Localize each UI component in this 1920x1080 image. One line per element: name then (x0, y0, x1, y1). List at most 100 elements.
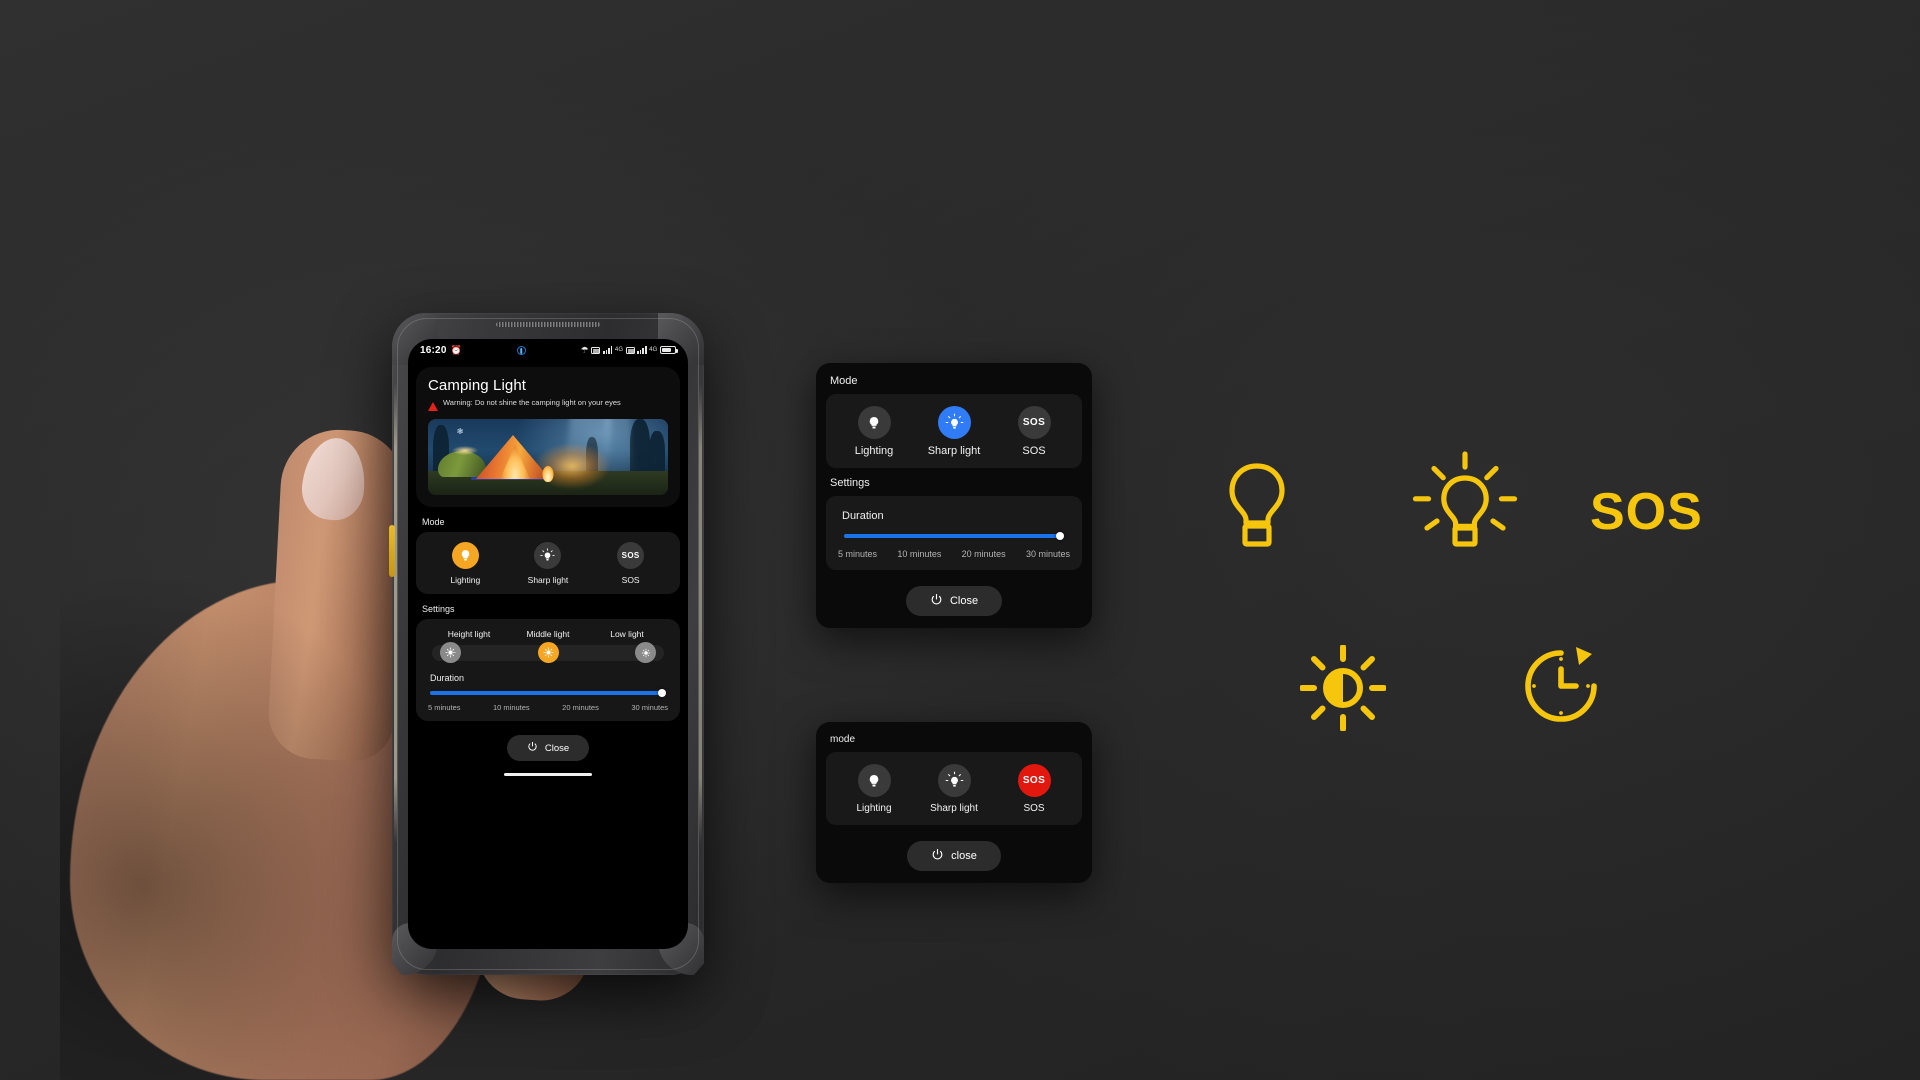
wifi-icon: ☂ (580, 344, 589, 355)
mode-option-label: SOS (1023, 803, 1045, 814)
custom-function-button[interactable] (389, 525, 395, 577)
mode-option-label: Sharp light (527, 575, 569, 585)
panel-a-mode-options: Lighting Sharp light SOS SOS (834, 406, 1074, 457)
camping-light-app: Camping Light Warning: Do not shine the … (408, 361, 688, 949)
status-bar-center (462, 345, 581, 355)
mode-option-sos[interactable]: SOS SOS (998, 764, 1070, 814)
duration-tick[interactable]: 5 minutes (838, 549, 877, 559)
rugged-phone-device: 16:20 ⏰ ☂ 4G 4G Camping Light Warning: D… (389, 313, 704, 975)
ui-panel-sharp-light-selected: Mode Lighting Sharp light SOS SOS Settin… (816, 363, 1092, 628)
panel-a-settings-tile: Duration 5 minutes 10 minutes 20 minutes… (826, 496, 1082, 570)
mode-option-lighting[interactable]: Lighting (838, 406, 910, 457)
duration-tick[interactable]: 10 minutes (897, 549, 941, 559)
sharp-light-icon[interactable] (534, 542, 562, 569)
icon-showcase: SOS (1190, 440, 1750, 800)
power-icon (930, 593, 943, 609)
sos-glyph: SOS (1022, 417, 1046, 428)
lightbulb-icon[interactable] (857, 764, 891, 797)
close-button-label: Close (544, 742, 570, 754)
duration-tick[interactable]: 30 minutes (631, 703, 668, 712)
close-button[interactable]: Close (905, 586, 1003, 616)
phone-screen: 16:20 ⏰ ☂ 4G 4G Camping Light Warning: D… (408, 339, 688, 949)
brightness-label: Height light (447, 629, 491, 639)
sharp-light-outline-icon (1410, 450, 1520, 570)
brightness-knob-low[interactable] (635, 642, 656, 663)
signal-type-label-1: 4G (614, 347, 624, 353)
settings-tile: Height light Middle light Low light Dura… (416, 619, 680, 721)
duration-label: Duration (842, 510, 884, 522)
sos-icon[interactable]: SOS (617, 542, 645, 569)
signal-bars-1-icon (602, 346, 613, 354)
mode-option-label: Lighting (450, 575, 481, 585)
mode-option-lighting[interactable]: Lighting (429, 542, 501, 585)
signal-type-label-2: 4G (649, 347, 658, 353)
duration-tick[interactable]: 5 minutes (428, 703, 461, 712)
mode-option-sharp-light[interactable]: Sharp light (512, 542, 584, 585)
sos-icon[interactable]: SOS (1017, 406, 1051, 439)
hero-illustration: ❃ (428, 419, 668, 495)
duration-tick[interactable]: 20 minutes (962, 549, 1006, 559)
brightness-labels: Height light Middle light Low light (424, 629, 672, 639)
brightness-knob-middle[interactable] (537, 642, 559, 663)
bird-icon: ❃ (456, 426, 464, 436)
brightness-knob-height[interactable] (440, 642, 461, 663)
warning-text: Warning: Do not shine the camping light … (443, 398, 621, 407)
mode-tile: Lighting Sharp light SOS SOS (416, 532, 680, 594)
home-indicator[interactable] (504, 773, 592, 776)
duration-slider-thumb[interactable] (658, 689, 666, 697)
duration-tick[interactable]: 30 minutes (1026, 549, 1070, 559)
lightbulb-icon[interactable] (451, 542, 479, 569)
ui-panel-sos-selected: mode Lighting Sharp light SOS SOS close (816, 722, 1092, 883)
duration-slider[interactable] (844, 532, 1064, 540)
mode-option-sharp-light[interactable]: Sharp light (918, 764, 990, 814)
panel-a-close-row: Close (816, 586, 1092, 616)
sos-glyph: SOS (621, 551, 640, 560)
brightness-label: Low light (610, 629, 644, 639)
mode-options: Lighting Sharp light SOS SOS (424, 542, 672, 585)
close-button-label: Close (949, 595, 979, 607)
panel-b-mode-label: mode (830, 734, 856, 745)
lantern-glow (452, 446, 478, 455)
panel-a-settings-label: Settings (830, 477, 870, 489)
mode-option-label: Lighting (854, 445, 894, 457)
panel-b-mode-tile: Lighting Sharp light SOS SOS (826, 752, 1082, 825)
warning-triangle-icon (428, 402, 438, 411)
page-title: Camping Light (428, 377, 527, 394)
sharp-light-icon[interactable] (937, 764, 971, 797)
duration-slider[interactable] (430, 689, 666, 697)
earpiece-speaker-grille (496, 322, 600, 327)
mode-option-lighting[interactable]: Lighting (838, 764, 910, 814)
panel-b-mode-options: Lighting Sharp light SOS SOS (834, 764, 1074, 814)
close-button[interactable]: Close (506, 735, 590, 761)
mode-option-sos[interactable]: SOS SOS (998, 406, 1070, 457)
brightness-selector-track[interactable] (432, 642, 664, 663)
panel-a-mode-tile: Lighting Sharp light SOS SOS (826, 394, 1082, 468)
sos-icon[interactable]: SOS (1017, 764, 1051, 797)
close-button[interactable]: close (907, 841, 1001, 871)
phone-in-hand-composition: 16:20 ⏰ ☂ 4G 4G Camping Light Warning: D… (0, 0, 880, 1080)
sos-glyph: SOS (1022, 775, 1046, 786)
mode-option-label: SOS (621, 575, 640, 585)
settings-section-label: Settings (422, 604, 455, 614)
phone-edge-highlight-right (699, 383, 702, 843)
status-bar-left-icons: ⏰ (450, 344, 462, 355)
alarm-icon: ⏰ (450, 344, 462, 355)
mode-option-sharp-light[interactable]: Sharp light (918, 406, 990, 457)
battery-icon (660, 345, 678, 355)
brightness-half-icon (1299, 644, 1387, 736)
brightness-level-height: Height light (430, 629, 508, 639)
sos-text-icon: SOS (1590, 483, 1703, 541)
brightness-level-middle: Middle light (509, 629, 587, 639)
mode-option-sos[interactable]: SOS SOS (595, 542, 667, 585)
duration-tick[interactable]: 20 minutes (562, 703, 599, 712)
power-icon (931, 848, 944, 864)
lightbulb-icon[interactable] (857, 406, 891, 439)
signal-bars-2-icon (637, 346, 647, 354)
duration-tick[interactable]: 10 minutes (493, 703, 530, 712)
duration-slider-fill (844, 534, 1064, 538)
sharp-light-icon[interactable] (937, 406, 971, 439)
duration-slider-thumb[interactable] (1056, 532, 1064, 540)
panel-a-mode-label: Mode (830, 375, 858, 387)
mode-option-label: SOS (1022, 445, 1046, 457)
mode-section-label: Mode (422, 517, 445, 527)
